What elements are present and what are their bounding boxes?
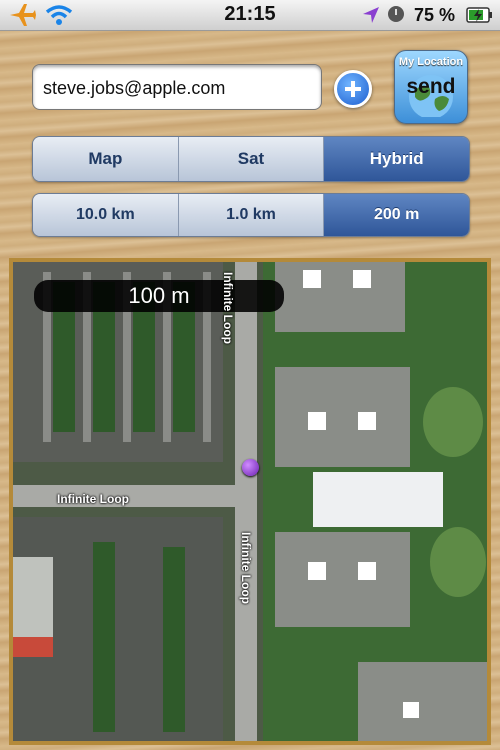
send-location-button[interactable]: My Location send bbox=[394, 50, 468, 124]
battery-charging-icon bbox=[466, 7, 494, 28]
scale-200m[interactable]: 200 m bbox=[324, 194, 469, 236]
send-button-label: send bbox=[406, 75, 456, 98]
clock-icon bbox=[388, 6, 404, 22]
plus-circle-icon bbox=[345, 81, 361, 97]
map-type-control: Map Sat Hybrid bbox=[32, 136, 470, 182]
map-type-map[interactable]: Map bbox=[33, 137, 179, 181]
email-field[interactable]: steve.jobs@apple.com bbox=[32, 64, 322, 110]
battery-percentage: 75 % bbox=[414, 5, 456, 25]
scale-1km[interactable]: 1.0 km bbox=[178, 194, 325, 236]
scale-control: 10.0 km 1.0 km 200 m bbox=[32, 193, 470, 237]
location-arrow-icon bbox=[362, 6, 380, 29]
location-pin[interactable] bbox=[242, 459, 259, 476]
map-scale-label: 100 m bbox=[34, 280, 284, 312]
map-type-hybrid[interactable]: Hybrid bbox=[324, 137, 469, 181]
map-type-sat[interactable]: Sat bbox=[178, 137, 325, 181]
road-label-infinite-loop-south: Infinite Loop bbox=[239, 532, 253, 604]
map-view[interactable]: 100 m Infinite Loop Infinite Loop Infini… bbox=[9, 258, 491, 745]
status-bar: 21:15 75 % bbox=[0, 0, 500, 31]
scale-10km[interactable]: 10.0 km bbox=[33, 194, 179, 236]
add-contact-button[interactable] bbox=[334, 70, 372, 108]
send-button-top-label: My Location bbox=[398, 56, 464, 68]
road-label-infinite-loop-north: Infinite Loop bbox=[221, 272, 235, 344]
road-label-infinite-loop: Infinite Loop bbox=[57, 492, 129, 506]
